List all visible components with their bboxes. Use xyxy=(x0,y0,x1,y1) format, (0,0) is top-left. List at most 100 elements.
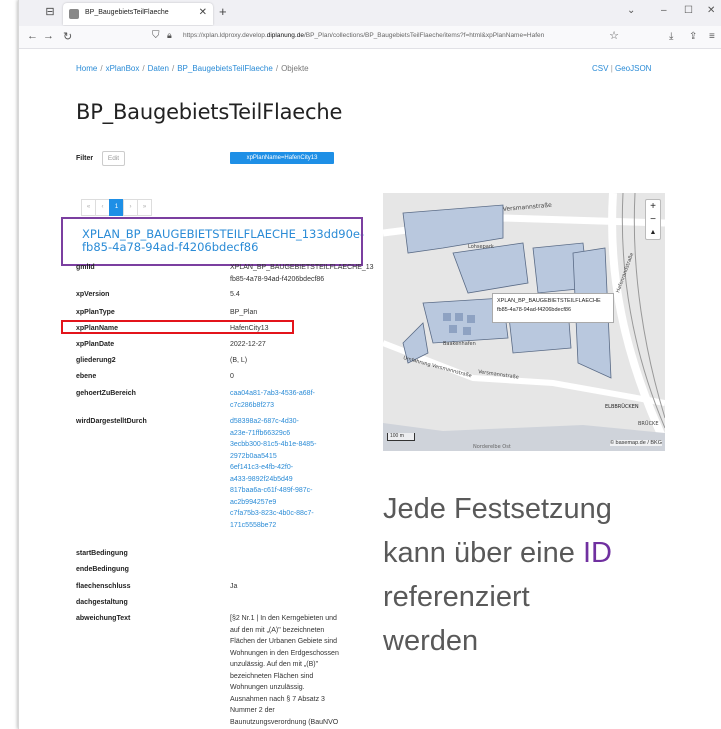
property-value: unzulässig. Auf den mit „(B)" xyxy=(230,661,319,668)
pager-first[interactable]: « xyxy=(81,199,96,216)
download-icon[interactable]: ⤓ xyxy=(669,31,673,42)
breadcrumb-xplanbox[interactable]: xPlanBox xyxy=(106,64,140,73)
property-key: xpPlanDate xyxy=(76,341,115,348)
filter-label: Filter xyxy=(76,155,94,162)
map[interactable]: Versmannstraße Lohsepark Versmannstraße … xyxy=(383,193,665,451)
map-label: Lohsepark xyxy=(468,244,494,250)
property-value: (B, L) xyxy=(230,357,248,364)
breadcrumb-collection[interactable]: BP_BaugebietsTeilFlaeche xyxy=(177,64,273,73)
map-popup: XPLAN_BP_BAUGEBIETSTEILFLAECHE fb85-4a78… xyxy=(492,293,614,323)
reload-icon[interactable]: ↻ xyxy=(63,30,72,43)
property-value-link[interactable]: a433-9892f24b5d49 xyxy=(230,474,293,486)
property-value: Wohnungen in den Erdgeschossen xyxy=(230,649,339,657)
pager-page-1[interactable]: 1 xyxy=(109,199,124,216)
property-value-link[interactable]: a23e-71ffb66329c6 xyxy=(230,428,290,440)
zoom-in-button[interactable]: + xyxy=(646,200,660,213)
browser-window: ⊟ BP_BaugebietsTeilFlaeche ✕ + ⌄ – ☐ ✕ ←… xyxy=(18,0,721,729)
share-icon[interactable]: ⇪ xyxy=(689,31,697,42)
browser-tab[interactable]: BP_BaugebietsTeilFlaeche ✕ xyxy=(63,3,213,25)
map-label: Norderelbe Ost xyxy=(473,444,511,450)
back-icon[interactable]: ← xyxy=(27,30,38,42)
property-value: Wohnungen unzulässig. xyxy=(230,684,305,691)
property-value: 5.4 xyxy=(230,291,240,298)
property-value-link[interactable]: d58398a2-687c-4d30- xyxy=(230,416,299,428)
map-label: BRÜCKE xyxy=(638,420,659,427)
tab-title: BP_BaugebietsTeilFlaeche xyxy=(85,9,169,16)
filter-tag[interactable]: xpPlanName=HafenCity13 xyxy=(230,152,334,164)
map-label: Baakenhafen xyxy=(443,341,476,347)
property-value-link[interactable]: c7c286b8f273 xyxy=(230,400,274,412)
export-links: CSV | GeoJSON xyxy=(592,64,652,73)
filter-edit-button[interactable]: Edit xyxy=(102,151,125,166)
property-value-link[interactable]: ac2b994257e9 xyxy=(230,497,276,509)
forward-icon[interactable]: → xyxy=(43,30,54,42)
navigation-bar: ← → ↻ ⛉ 🔒︎ https://xplan.ldproxy.develop… xyxy=(19,26,721,49)
property-value: Nummer 2 der xyxy=(230,707,275,714)
annotation-text: Jede Festsetzung kann über eine ID refer… xyxy=(383,493,612,657)
property-value: 0 xyxy=(230,373,234,380)
property-value: Baunutzungsverordnung (BauNVO xyxy=(230,718,339,726)
property-key: gliederung2 xyxy=(76,357,116,364)
zoom-out-button[interactable]: − xyxy=(646,213,660,226)
breadcrumb-daten[interactable]: Daten xyxy=(148,64,169,73)
lock-icon: 🔒︎ xyxy=(167,30,172,40)
geojson-link[interactable]: GeoJSON xyxy=(615,64,651,73)
compass-icon[interactable]: ▲ xyxy=(646,226,660,239)
shield-icon: ⛉ xyxy=(152,30,160,41)
property-value: bezeichneten Flächen sind xyxy=(230,672,314,680)
maximize-icon[interactable]: ☐ xyxy=(684,5,693,16)
property-key: xpPlanName xyxy=(76,325,119,332)
url-bar[interactable]: ⛉ 🔒︎ https://xplan.ldproxy.develop.dipla… xyxy=(149,29,619,45)
property-key: xpPlanType xyxy=(76,309,115,316)
breadcrumb: Home / xPlanBox / Daten / BP_BaugebietsTeilFla… xyxy=(76,64,309,73)
property-value-link[interactable]: c7fa75b3-823c-4b0c-88c7- xyxy=(230,508,314,520)
bookmark-star-icon[interactable]: ☆ xyxy=(609,29,619,42)
new-tab-icon[interactable]: + xyxy=(219,4,227,19)
property-key: ebene xyxy=(76,373,97,380)
property-value: Ja xyxy=(230,583,238,590)
property-key: gmlId xyxy=(76,264,95,271)
property-value: fb85-4a78-94ad-f4206bdecf86 xyxy=(230,275,325,283)
menu-icon[interactable]: ≡ xyxy=(709,31,715,42)
zoom-control: + − ▲ xyxy=(645,199,661,240)
property-value-link[interactable]: 171c5558be72 xyxy=(230,520,276,532)
property-value: HafenCity13 xyxy=(230,325,269,332)
csv-link[interactable]: CSV xyxy=(592,64,608,73)
property-key: wirdDargestelltDurch xyxy=(76,418,147,425)
property-value-link[interactable]: 817baa6a-c61f-489f-987c- xyxy=(230,485,313,497)
property-value-link[interactable]: 2972b0aa5415 xyxy=(230,451,277,463)
property-value: Flächen der Urbanen Gebiete sind xyxy=(230,638,338,645)
chevron-down-icon[interactable]: ⌄ xyxy=(627,5,635,16)
property-value-link[interactable]: caa04a81-7ab3-4536-a68f- xyxy=(230,388,315,400)
property-value: 2022-12-27 xyxy=(230,341,266,348)
property-value: auf den mit „(A)" bezeichneten xyxy=(230,626,325,634)
minimize-icon[interactable]: – xyxy=(661,5,667,16)
tab-bar: ⊟ BP_BaugebietsTeilFlaeche ✕ + ⌄ – ☐ ✕ xyxy=(19,0,721,26)
tab-list-icon[interactable]: ⊟ xyxy=(43,5,57,19)
property-value: Ausnahmen nach § 7 Absatz 3 xyxy=(230,695,325,703)
property-value: [§2 Nr.1 | In den Kerngebieten und xyxy=(230,615,337,622)
property-key: startBedingung xyxy=(76,550,128,557)
property-key: gehoertZuBereich xyxy=(76,390,136,397)
id-highlight-box xyxy=(61,217,363,266)
url-text[interactable]: https://xplan.ldproxy.develop.diplanung.… xyxy=(183,32,593,39)
property-key: abweichungText xyxy=(76,615,131,622)
property-key: dachgestaltung xyxy=(76,599,128,606)
page-title: BP_BaugebietsTeilFlaeche xyxy=(76,100,343,124)
window-close-icon[interactable]: ✕ xyxy=(707,5,715,16)
pager-next[interactable]: › xyxy=(123,199,138,216)
property-value-link[interactable]: 6ef141c3-e4fb-42f0- xyxy=(230,462,293,474)
map-attribution: © basemap.de / BKG xyxy=(609,440,662,446)
close-tab-icon[interactable]: ✕ xyxy=(199,7,207,18)
pager-prev[interactable]: ‹ xyxy=(95,199,110,216)
map-scale: 100 m xyxy=(387,433,415,441)
pagination: « ‹ 1 › » xyxy=(81,199,152,216)
property-value: BP_Plan xyxy=(230,309,258,316)
pager-last[interactable]: » xyxy=(137,199,152,216)
property-key: flaechenschluss xyxy=(76,583,131,590)
favicon-icon xyxy=(69,9,79,19)
property-value: XPLAN_BP_BAUGEBIETSTEILFLAECHE_13 xyxy=(230,264,374,271)
breadcrumb-home[interactable]: Home xyxy=(76,64,97,73)
property-key: xpVersion xyxy=(76,291,110,298)
property-value-link[interactable]: 3ecbb300-81c5-4b1e-8485- xyxy=(230,439,316,451)
